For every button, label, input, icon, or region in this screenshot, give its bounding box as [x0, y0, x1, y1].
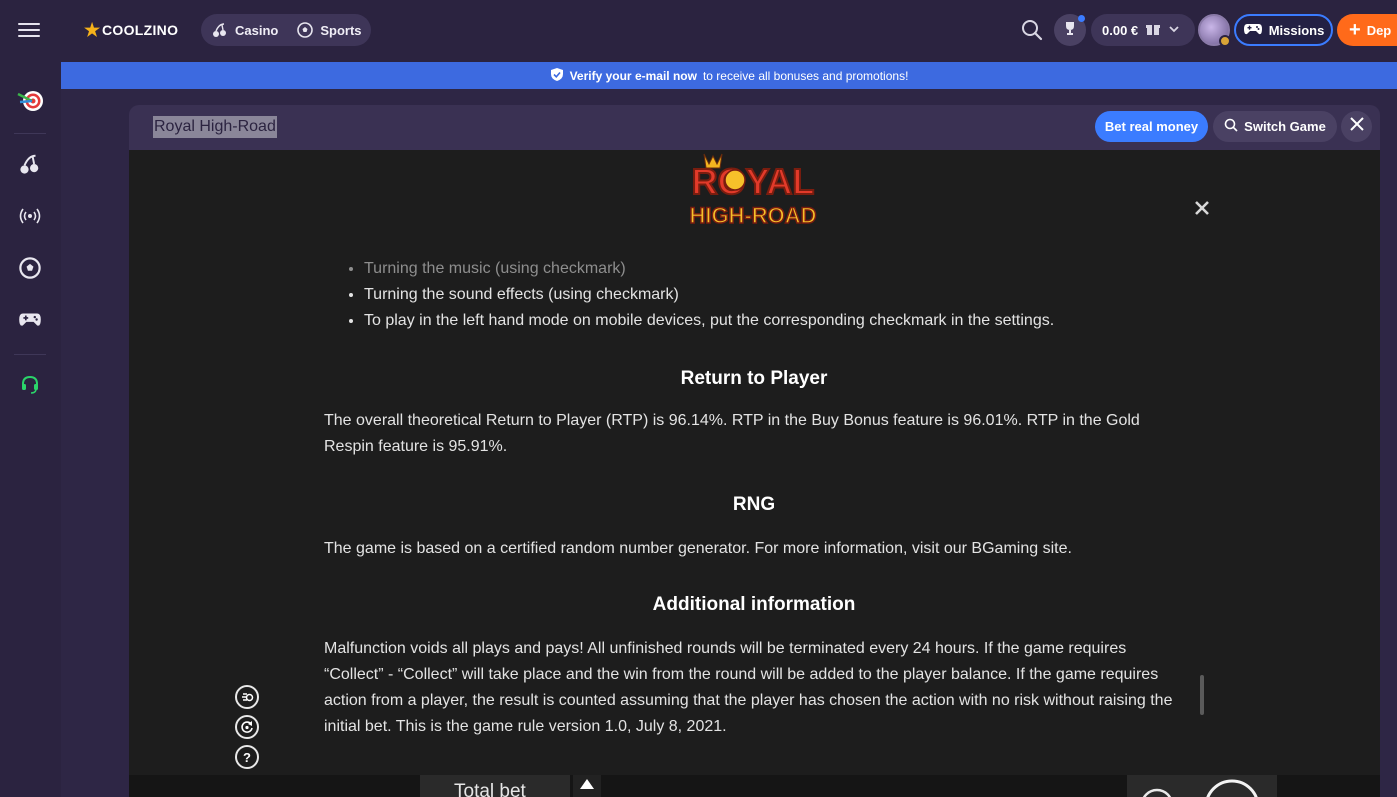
sidebar-item-sports[interactable] — [14, 254, 46, 286]
site-logo[interactable]: ★ COOLZINO — [84, 20, 178, 40]
cherry-icon — [19, 153, 41, 180]
switch-game-label: Switch Game — [1244, 119, 1326, 134]
nav-casino[interactable]: Casino — [211, 21, 278, 39]
rtp-text: The overall theoretical Return to Player… — [324, 412, 1140, 455]
bet-real-money-button[interactable]: Bet real money — [1095, 111, 1208, 142]
additional-info-heading: Additional information — [652, 594, 856, 615]
verify-bold-text: Verify your e-mail now — [569, 68, 697, 83]
rng-heading: RNG — [732, 494, 776, 515]
help-icon[interactable]: ? — [235, 745, 259, 769]
list-item: Turning the sound effects (using checkma… — [364, 282, 1184, 308]
user-avatar[interactable] — [1198, 14, 1231, 47]
balance-dropdown[interactable]: 0.00 € — [1091, 14, 1195, 46]
search-icon[interactable] — [1018, 16, 1046, 44]
logo-word-high-road: HIGH-ROAD — [689, 203, 816, 228]
logo-word-royal: ROYAL — [692, 161, 815, 202]
missions-button[interactable]: Missions — [1234, 14, 1333, 46]
sidebar-item-live[interactable] — [14, 202, 46, 234]
main-nav: Casino Sports — [201, 14, 371, 46]
additional-info-text: Malfunction voids all plays and pays! Al… — [324, 640, 1173, 735]
sidebar-item-casino[interactable] — [14, 150, 46, 182]
verify-email-banner[interactable]: Verify your e-mail now to receive all bo… — [61, 62, 1397, 89]
sidebar-item-promotions[interactable] — [14, 86, 46, 118]
broadcast-icon — [19, 205, 41, 232]
spin-controls-panel — [1127, 775, 1277, 797]
rng-text: The game is based on a certified random … — [324, 540, 1072, 557]
gamepad-icon — [1243, 22, 1263, 39]
trophy-button[interactable] — [1054, 14, 1086, 46]
royal-high-road-logo: ROYAL HIGH-ROAD — [682, 150, 824, 232]
gamepad-icon — [18, 311, 42, 333]
trophy-icon — [1062, 20, 1078, 41]
cherry-icon — [211, 21, 229, 39]
missions-label: Missions — [1268, 22, 1325, 38]
rules-scrollbar[interactable] — [1200, 675, 1204, 715]
soccer-ball-icon — [296, 21, 314, 39]
turbo-icon[interactable] — [235, 685, 259, 709]
verify-rest-text: to receive all bonuses and promotions! — [702, 68, 909, 83]
deposit-button[interactable]: + Dep — [1337, 14, 1397, 46]
balance-value: 0.00 € — [1102, 22, 1139, 38]
gift-icon — [1146, 22, 1161, 39]
shield-check-icon — [550, 67, 564, 85]
target-darts-icon — [16, 86, 44, 119]
logo-mark-icon: ★ — [84, 20, 101, 40]
plus-icon: + — [1349, 19, 1361, 41]
logo-text: COOLZINO — [102, 22, 179, 38]
menu-icon[interactable] — [18, 19, 40, 41]
game-title: Royal High-Road — [153, 116, 277, 138]
game-rules-content: Turning the music (using checkmark) Turn… — [324, 256, 1184, 740]
nav-sports-label: Sports — [320, 22, 362, 38]
total-bet-label: Total bet — [454, 781, 526, 797]
headset-icon — [19, 373, 41, 400]
close-icon — [1349, 117, 1364, 136]
rtp-heading: Return to Player — [680, 368, 828, 389]
sidebar-divider — [14, 133, 46, 134]
notification-dot — [1078, 15, 1085, 22]
settings-list: Turning the music (using checkmark) Turn… — [324, 256, 1184, 334]
deposit-label: Dep — [1366, 22, 1392, 38]
nav-casino-label: Casino — [235, 22, 279, 38]
switch-game-button[interactable]: Switch Game — [1213, 111, 1337, 142]
chevron-down-icon — [1168, 23, 1180, 38]
list-item: Turning the music (using checkmark) — [364, 256, 1184, 282]
sidebar-item-support[interactable] — [14, 370, 46, 402]
bet-increase-button[interactable] — [573, 775, 601, 797]
page-scrollbar[interactable] — [1380, 89, 1397, 797]
autoplay-icon[interactable] — [235, 715, 259, 739]
sidebar-item-games[interactable] — [14, 306, 46, 338]
nav-sports[interactable]: Sports — [296, 21, 362, 39]
close-game-button[interactable] — [1341, 111, 1372, 142]
soccer-ball-icon — [19, 256, 41, 284]
sidebar-divider — [14, 354, 46, 355]
search-icon — [1224, 118, 1238, 135]
level-badge — [1219, 35, 1231, 47]
list-item: To play in the left hand mode on mobile … — [364, 308, 1184, 334]
close-rules-icon[interactable] — [1191, 197, 1213, 219]
